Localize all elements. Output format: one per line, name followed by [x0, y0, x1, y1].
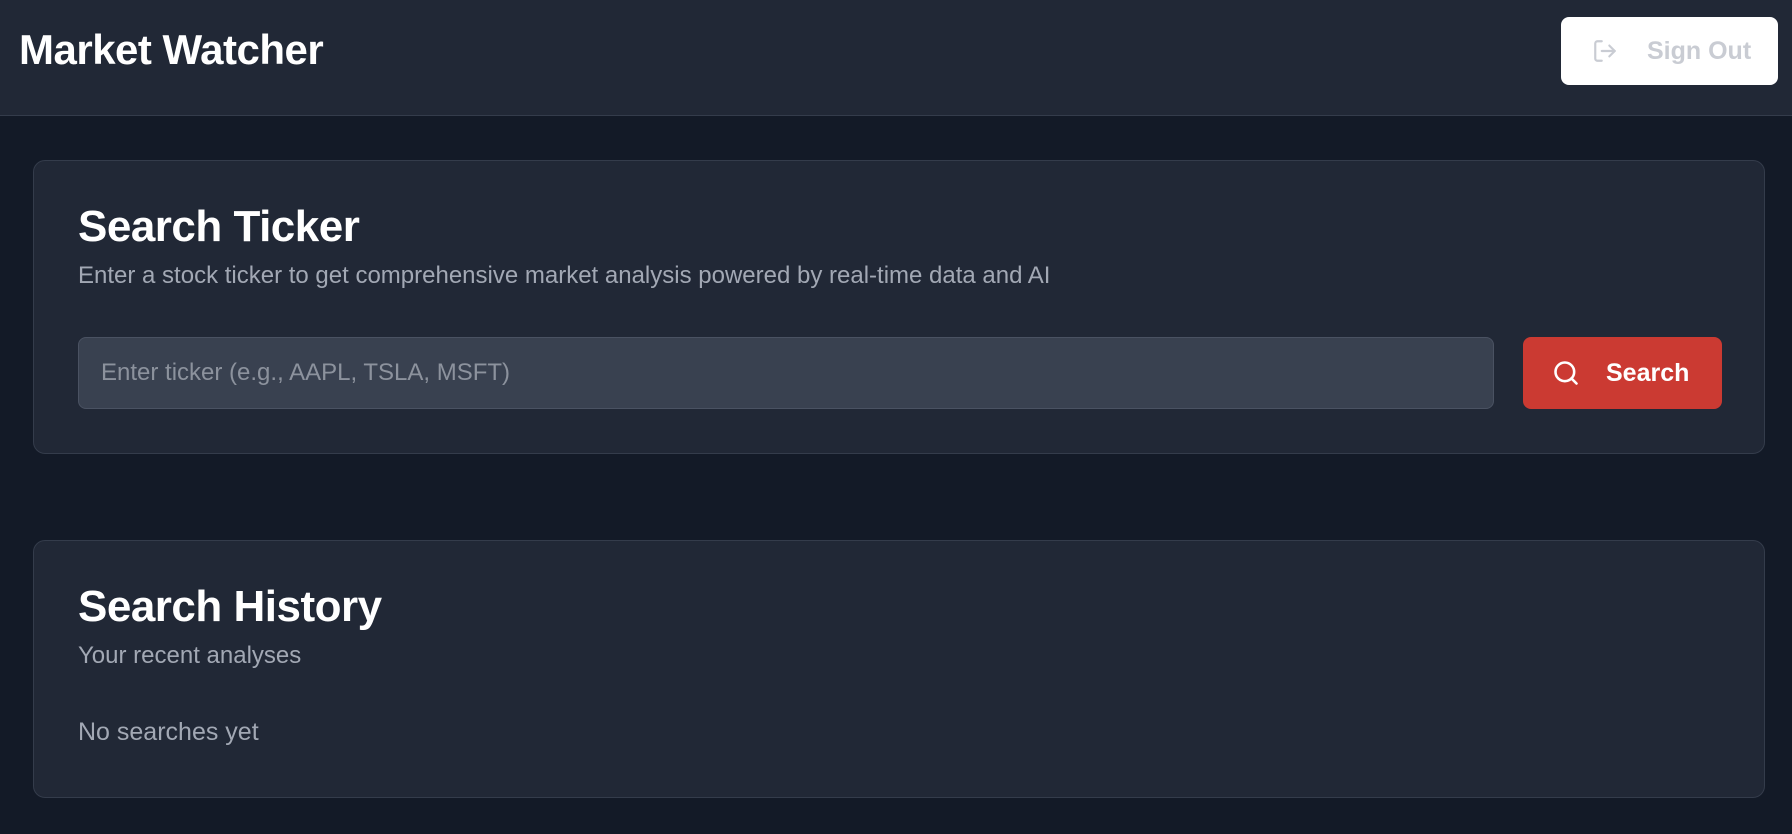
empty-history-message: No searches yet: [78, 718, 259, 746]
search-ticker-description: Enter a stock ticker to get comprehensiv…: [78, 262, 1051, 289]
search-history-title: Search History: [78, 582, 382, 631]
search-icon: [1551, 358, 1581, 388]
search-history-card: Search History Your recent analyses No s…: [33, 540, 1765, 798]
sign-out-button[interactable]: Sign Out: [1561, 17, 1778, 85]
search-ticker-title: Search Ticker: [78, 202, 360, 251]
search-ticker-card: Search Ticker Enter a stock ticker to ge…: [33, 160, 1765, 454]
ticker-search-input[interactable]: [78, 337, 1494, 409]
search-button[interactable]: Search: [1523, 337, 1722, 409]
sign-out-label: Sign Out: [1647, 36, 1752, 65]
search-button-label: Search: [1606, 358, 1690, 387]
app-header: Market Watcher Sign Out: [0, 0, 1792, 116]
search-history-description: Your recent analyses: [78, 642, 302, 669]
app-title: Market Watcher: [19, 26, 324, 73]
sign-out-icon: [1591, 37, 1619, 65]
